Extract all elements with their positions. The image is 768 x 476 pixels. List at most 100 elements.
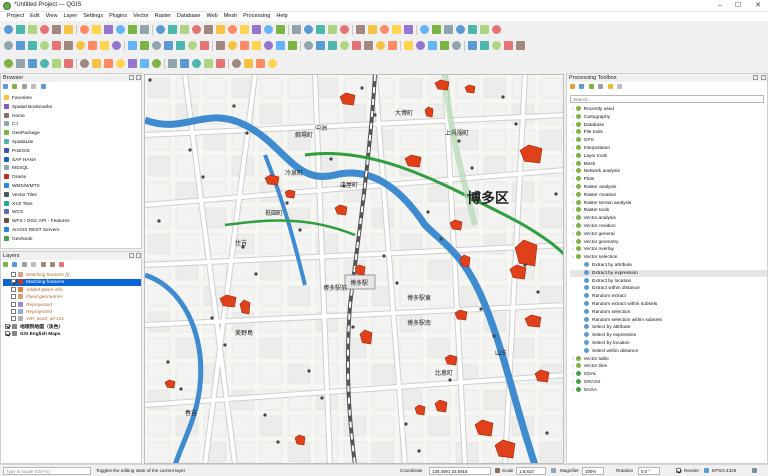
temporal-controller-icon[interactable]	[64, 59, 73, 68]
bookmark-icon[interactable]	[304, 41, 313, 50]
toolbox-algorithm[interactable]: Extract by expression	[570, 269, 767, 277]
measure-icon[interactable]	[356, 25, 365, 34]
layer-visibility-checkbox[interactable]	[5, 331, 10, 337]
print-layout-icon[interactable]	[52, 25, 61, 34]
save-project-icon[interactable]	[364, 41, 373, 50]
layer-visibility-checkbox[interactable]	[11, 301, 16, 307]
python-console-icon[interactable]	[316, 41, 325, 50]
close-button[interactable]: ✕	[750, 1, 766, 11]
collapse-all-layers-icon[interactable]	[49, 262, 55, 267]
toolbox-group[interactable]: › Interpolation	[570, 145, 767, 152]
zoom-native-icon[interactable]	[180, 25, 189, 34]
toolbox-search-input[interactable]	[570, 95, 764, 103]
toolbox-group[interactable]: › Vector analysis	[570, 215, 767, 222]
identify-icon[interactable]	[176, 41, 185, 50]
python-console-icon[interactable]	[232, 59, 241, 68]
toolbox-group[interactable]: › Vector table	[570, 355, 767, 363]
menu-database[interactable]: Database	[174, 12, 204, 21]
expand-arrow-icon[interactable]: ›	[572, 162, 574, 167]
toolbox-group[interactable]: › SAGA	[570, 386, 767, 394]
locator-search-input[interactable]: Type to locate (Ctrl+K)	[3, 467, 91, 475]
collapse-all-icon[interactable]	[31, 84, 37, 89]
layer-item[interactable]: VRI_ward_all-101	[3, 316, 141, 323]
browser-item[interactable]: Favorites	[4, 95, 141, 102]
zoom-selection-icon[interactable]	[156, 25, 165, 34]
expand-arrow-icon[interactable]: ›	[572, 201, 574, 206]
temporal-controller-icon[interactable]	[240, 25, 249, 34]
lock-scale-icon[interactable]	[551, 468, 556, 473]
toolbox-algorithm[interactable]: Random selection	[570, 308, 767, 316]
zoom-full-icon[interactable]	[140, 25, 149, 34]
new-map-view-icon[interactable]	[216, 25, 225, 34]
expand-arrow-icon[interactable]: ›	[572, 380, 574, 385]
zoom-selection-icon[interactable]	[492, 41, 501, 50]
expand-arrow-icon[interactable]: ›	[572, 247, 574, 252]
layer-visibility-checkbox[interactable]	[11, 294, 16, 300]
pan-to-selection-icon[interactable]	[16, 41, 25, 50]
zoom-native-icon[interactable]	[4, 59, 13, 68]
messages-icon[interactable]	[752, 468, 757, 473]
toolbox-group[interactable]: › File tools	[570, 129, 767, 136]
refresh-icon[interactable]	[3, 84, 8, 89]
expand-arrow-icon[interactable]: ›	[572, 154, 574, 159]
browser-item[interactable]: SpatiaLite	[4, 139, 141, 146]
new-3d-view-icon[interactable]	[52, 59, 61, 68]
statistics-icon[interactable]	[152, 59, 161, 68]
browser-item[interactable]: WFS / OGC API - Features	[4, 218, 141, 225]
toolbox-group[interactable]: › Recently used	[570, 106, 767, 113]
close-layers-button[interactable]	[136, 253, 141, 258]
open-project-icon[interactable]	[352, 41, 361, 50]
open-layer-styling-icon[interactable]	[3, 262, 8, 267]
browser-item[interactable]: GeoPackage	[4, 130, 141, 137]
statistics-icon[interactable]	[328, 25, 337, 34]
layer-visibility-checkbox[interactable]	[11, 279, 16, 285]
zoom-next-icon[interactable]	[112, 41, 121, 50]
browser-item[interactable]: C:\	[4, 121, 141, 128]
expand-arrow-icon[interactable]: ›	[572, 208, 574, 213]
layer-visibility-checkbox[interactable]	[11, 286, 16, 292]
menu-help[interactable]: Help	[273, 12, 290, 21]
layer-visibility-checkbox[interactable]	[5, 323, 10, 329]
map-tips-icon[interactable]	[288, 41, 297, 50]
pan-icon[interactable]	[4, 41, 13, 50]
float-toolbox-button[interactable]	[753, 75, 758, 80]
browser-item[interactable]: PostGIS	[4, 147, 141, 155]
plugin-icon[interactable]	[328, 41, 337, 50]
zoom-native-icon[interactable]	[88, 41, 97, 50]
python-console-icon[interactable]	[404, 25, 413, 34]
history-icon[interactable]	[588, 84, 594, 89]
menu-layer[interactable]: Layer	[60, 12, 80, 21]
open-attribute-table-icon[interactable]	[304, 25, 313, 34]
zoom-last-icon[interactable]	[16, 59, 25, 68]
toolbox-group[interactable]: › Database	[570, 121, 767, 129]
add-group-icon[interactable]	[12, 262, 18, 267]
menu-vector[interactable]: Vector	[130, 12, 152, 21]
filter-icon[interactable]	[21, 84, 27, 89]
expand-arrow-icon[interactable]: ›	[572, 193, 574, 198]
toolbox-icon[interactable]	[252, 41, 261, 50]
zoom-next-icon[interactable]	[28, 59, 37, 68]
expand-arrow-icon[interactable]: ›	[572, 232, 574, 237]
bookmark-icon[interactable]	[392, 25, 401, 34]
save-as-icon[interactable]	[40, 25, 49, 34]
layout-manager-icon[interactable]	[492, 25, 501, 34]
scripts-icon[interactable]	[579, 84, 585, 89]
new-project-icon[interactable]	[432, 25, 441, 34]
layer-item[interactable]: 地理院地図（淡色）	[3, 323, 141, 331]
new-project-icon[interactable]	[4, 25, 13, 34]
refresh-icon[interactable]	[164, 41, 173, 50]
zoom-layer-icon[interactable]	[76, 41, 85, 50]
expand-arrow-icon[interactable]: ›	[572, 146, 574, 151]
zoom-out-icon[interactable]	[468, 41, 477, 50]
open-attribute-table-icon[interactable]	[128, 59, 137, 68]
annotation-icon[interactable]	[276, 41, 285, 50]
toolbox-group[interactable]: › Plots	[570, 176, 767, 183]
menu-view[interactable]: View	[43, 12, 61, 21]
expand-arrow-icon[interactable]: ›	[572, 357, 574, 362]
toolbox-group[interactable]: › GRASS	[570, 379, 767, 386]
toolbox-icon[interactable]	[340, 25, 349, 34]
menu-settings[interactable]: Settings	[80, 12, 106, 21]
refresh-icon[interactable]	[80, 59, 89, 68]
new-3d-view-icon[interactable]	[228, 25, 237, 34]
magnifier-field[interactable]: 100%	[582, 467, 604, 475]
